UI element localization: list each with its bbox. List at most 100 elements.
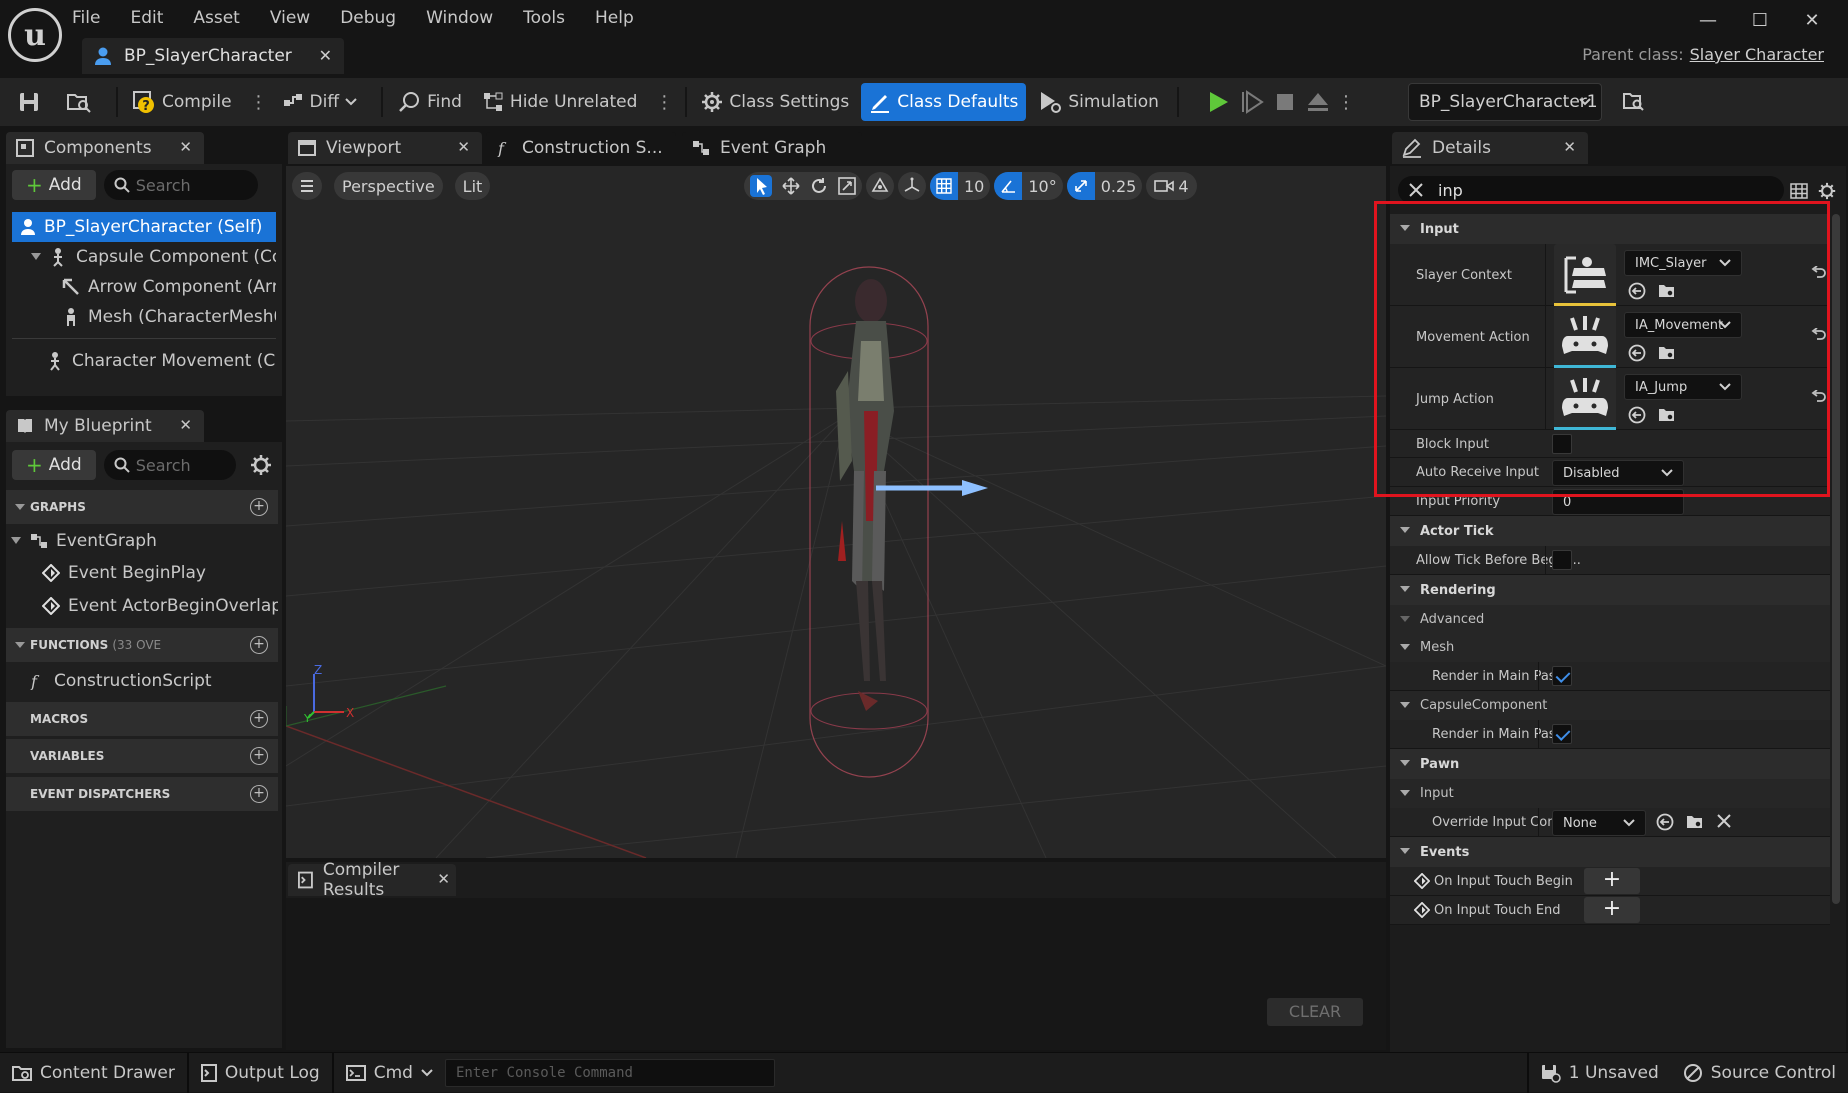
details-scrollbar[interactable] — [1832, 214, 1840, 904]
jump-action-thumbnail[interactable] — [1554, 368, 1616, 430]
close-window-icon[interactable]: ✕ — [1786, 10, 1838, 31]
menu-edit[interactable]: Edit — [130, 8, 163, 28]
add-function-icon[interactable]: + — [250, 636, 268, 654]
content-drawer-button[interactable]: Content Drawer — [0, 1053, 187, 1093]
grid-snap-value[interactable]: 10 — [958, 177, 990, 196]
details-settings-gear-icon[interactable] — [1818, 182, 1836, 200]
block-input-checkbox[interactable] — [1552, 434, 1572, 454]
my-blueprint-search-input[interactable]: Search — [103, 450, 236, 480]
slayer-context-select[interactable]: IMC_Slayer — [1624, 250, 1742, 276]
event-graph-item[interactable]: EventGraph — [10, 526, 270, 556]
graphs-section[interactable]: GRAPHS + — [6, 490, 278, 524]
unreal-logo-icon[interactable]: u — [8, 8, 62, 62]
allow-tick-checkbox[interactable] — [1552, 550, 1572, 570]
menu-asset[interactable]: Asset — [193, 8, 239, 28]
close-tab-icon[interactable]: ✕ — [179, 416, 192, 434]
reset-default-icon[interactable] — [1811, 328, 1827, 342]
reset-default-icon[interactable] — [1811, 266, 1827, 280]
add-touch-end-event-button[interactable]: + — [1584, 897, 1640, 923]
compiler-results-tab[interactable]: Compiler Results ✕ — [288, 860, 456, 900]
auto-receive-input-select[interactable]: Disabled — [1552, 460, 1684, 486]
clear-button[interactable]: CLEAR — [1267, 998, 1363, 1026]
rotation-snap-toggle[interactable] — [994, 172, 1023, 200]
variables-section[interactable]: VARIABLES + — [6, 739, 278, 773]
grid-snap-toggle[interactable] — [930, 172, 958, 200]
input-priority-field[interactable]: 0 — [1552, 489, 1684, 515]
simulation-button[interactable]: Simulation — [1030, 83, 1167, 121]
jump-action-select[interactable]: IA_Jump — [1624, 374, 1742, 400]
world-local-button[interactable] — [866, 172, 894, 200]
source-control-button[interactable]: Source Control — [1671, 1053, 1848, 1093]
perspective-button[interactable]: Perspective — [334, 172, 443, 200]
menu-tools[interactable]: Tools — [523, 8, 565, 28]
input-section[interactable]: Input — [1390, 214, 1830, 244]
pawn-section[interactable]: Pawn — [1390, 749, 1830, 779]
browse-asset-icon[interactable] — [1658, 406, 1676, 424]
menu-file[interactable]: File — [72, 8, 100, 28]
movement-action-thumbnail[interactable] — [1554, 306, 1616, 368]
viewport-options-button[interactable] — [292, 172, 322, 200]
override-input-select[interactable]: None — [1552, 810, 1646, 836]
cmd-selector[interactable]: Cmd — [334, 1053, 445, 1093]
use-selected-icon[interactable] — [1628, 406, 1646, 424]
component-character-movement[interactable]: Character Movement (Cha — [46, 346, 276, 376]
add-graph-icon[interactable]: + — [250, 498, 268, 516]
mesh-render-main-pass-checkbox[interactable] — [1552, 666, 1572, 686]
class-defaults-button[interactable]: Class Defaults — [861, 83, 1027, 121]
actor-tick-section[interactable]: Actor Tick — [1390, 516, 1830, 546]
lit-button[interactable]: Lit — [454, 172, 491, 200]
events-section[interactable]: Events — [1390, 837, 1830, 867]
scale-snap-value[interactable]: 0.25 — [1095, 177, 1143, 196]
mesh-subsection[interactable]: Mesh — [1390, 633, 1830, 662]
add-component-button[interactable]: + Add — [12, 170, 96, 200]
compile-options-icon[interactable]: ⋮ — [250, 92, 268, 113]
construction-script-item[interactable]: f ConstructionScript — [28, 666, 278, 696]
browse-asset-icon[interactable] — [1658, 282, 1676, 300]
component-capsule[interactable]: Capsule Component (Colli — [30, 242, 276, 272]
movement-action-select[interactable]: IA_Movement — [1624, 312, 1742, 338]
play-options-icon[interactable]: ⋮ — [1337, 92, 1355, 113]
add-variable-icon[interactable]: + — [250, 747, 268, 765]
details-search-input[interactable]: inp — [1398, 176, 1784, 204]
event-beginplay-item[interactable]: Event BeginPlay — [42, 558, 278, 588]
add-touch-begin-event-button[interactable]: + — [1584, 868, 1640, 894]
viewport-canvas[interactable]: Z X Y Perspective Lit 10 10° 0.25 4 — [286, 166, 1386, 858]
property-matrix-icon[interactable] — [1790, 182, 1808, 200]
console-command-input[interactable]: Enter Console Command — [444, 1058, 775, 1087]
settings-gear-icon[interactable] — [250, 454, 272, 476]
component-arrow[interactable]: Arrow Component (Arro — [62, 272, 276, 302]
rotate-icon[interactable] — [810, 177, 828, 195]
tab-event-graph[interactable]: Event Graph — [682, 132, 862, 164]
components-tab[interactable]: Components ✕ — [6, 132, 204, 164]
browse-debug-icon[interactable] — [1622, 90, 1646, 114]
camera-speed-button[interactable]: 4 — [1146, 172, 1197, 200]
scale-icon[interactable] — [838, 177, 856, 195]
pawn-input-subsection[interactable]: Input — [1390, 779, 1830, 808]
close-tab-icon[interactable]: ✕ — [1563, 138, 1576, 156]
hide-unrelated-button[interactable]: Hide Unrelated — [474, 83, 646, 121]
select-cursor-icon[interactable] — [750, 175, 772, 197]
compile-button[interactable]: ? Compile — [124, 83, 240, 121]
components-search-input[interactable]: Search — [103, 170, 258, 200]
use-selected-icon[interactable] — [1628, 344, 1646, 362]
slayer-context-thumbnail[interactable] — [1554, 244, 1616, 306]
clear-search-icon[interactable] — [1408, 182, 1424, 198]
minimize-icon[interactable]: — — [1682, 10, 1734, 31]
hide-unrelated-options-icon[interactable]: ⋮ — [655, 92, 673, 113]
eject-icon[interactable] — [1305, 90, 1331, 114]
menu-window[interactable]: Window — [426, 8, 493, 28]
browse-button[interactable] — [58, 83, 106, 121]
find-button[interactable]: Find — [389, 83, 470, 121]
capsule-component-subsection[interactable]: CapsuleComponent — [1390, 691, 1830, 720]
rotation-snap-value[interactable]: 10° — [1022, 177, 1062, 196]
use-selected-icon[interactable] — [1628, 282, 1646, 300]
functions-section[interactable]: FUNCTIONS (33 OVE + — [6, 628, 278, 662]
menu-help[interactable]: Help — [595, 8, 634, 28]
close-tab-icon[interactable]: ✕ — [457, 138, 470, 156]
close-tab-icon[interactable]: ✕ — [179, 138, 192, 156]
advanced-subsection[interactable]: Advanced — [1390, 605, 1830, 633]
component-self[interactable]: BP_SlayerCharacter (Self) — [12, 212, 276, 242]
tab-construction-script[interactable]: f Construction S... — [486, 132, 676, 164]
event-actorbeginoverlap-item[interactable]: Event ActorBeginOverlap — [42, 591, 278, 621]
output-log-button[interactable]: Output Log — [189, 1053, 332, 1093]
